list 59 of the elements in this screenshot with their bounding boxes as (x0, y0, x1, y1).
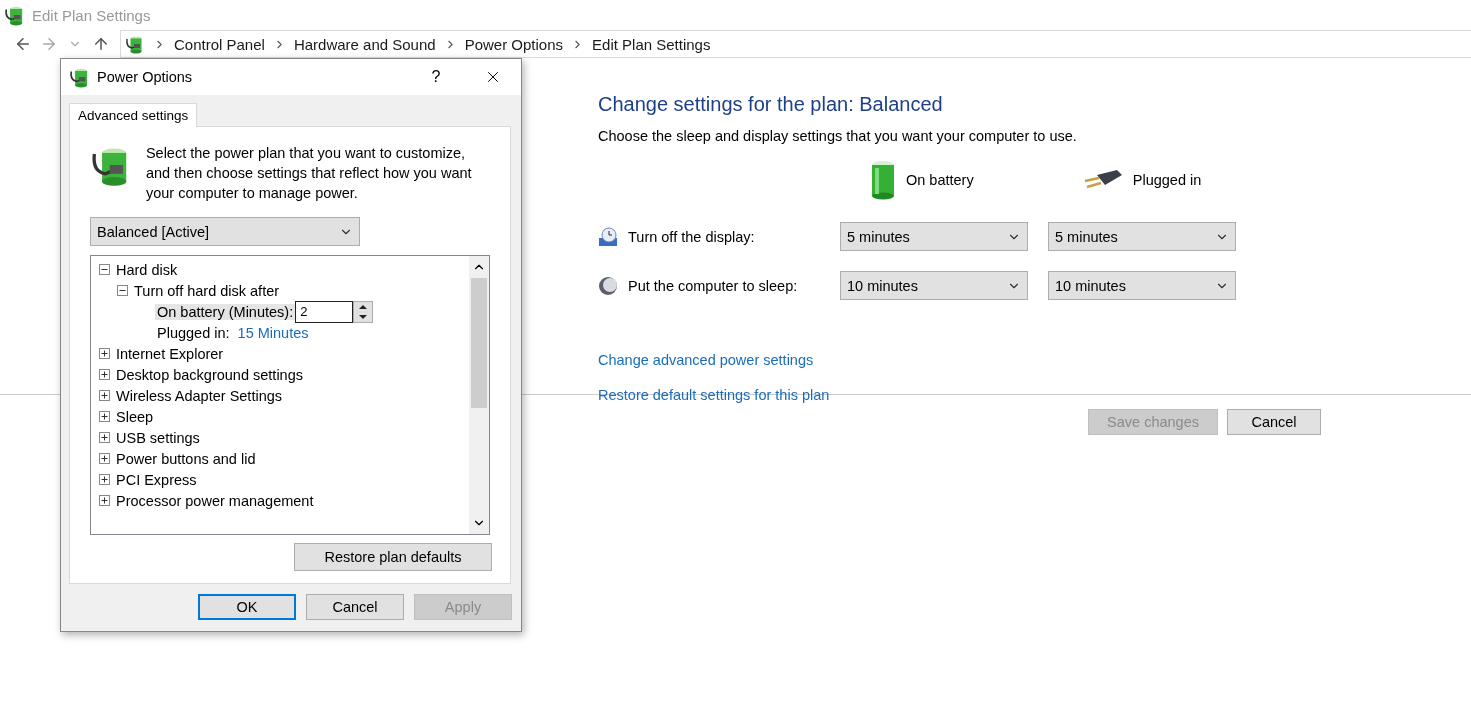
settings-link[interactable]: Change advanced power settings (598, 352, 814, 368)
moon-icon (598, 275, 618, 296)
battery-icon (870, 160, 896, 200)
plan-heading: Change settings for the plan: Balanced (598, 93, 944, 116)
collapse-icon[interactable] (117, 285, 128, 296)
minutes-dropdown[interactable]: 10 minutes (840, 271, 1028, 300)
ok-button[interactable]: OK (198, 594, 296, 620)
setting-value-link[interactable]: 15 Minutes (237, 324, 309, 341)
plan-dropdown[interactable]: Balanced [Active] (90, 217, 360, 246)
setting-label: On battery (Minutes): (155, 303, 296, 320)
window-title: Edit Plan Settings (32, 6, 151, 24)
tree-item[interactable]: Turn off hard disk after (134, 282, 280, 299)
address-bar[interactable]: Control Panel Hardware and Sound Power Options Edit Plan Settings (120, 30, 1471, 58)
settings-link[interactable]: Restore default settings for this plan (598, 387, 830, 403)
tree-item[interactable]: Power buttons and lid (116, 450, 256, 467)
intro-text: Select the power plan that you want to customize, and then choose settings that reflect how you want your computer to manage power. (145, 144, 473, 203)
setting-label: Turn off the display: (628, 228, 755, 245)
expand-icon[interactable] (99, 369, 110, 380)
breadcrumb-item[interactable]: Control Panel (174, 35, 265, 53)
expand-icon[interactable] (99, 432, 110, 443)
tree-item[interactable]: Sleep (116, 408, 154, 425)
forward-arrow-icon (40, 35, 58, 53)
tree-item[interactable]: Hard disk (116, 261, 178, 278)
minutes-spin-field[interactable]: 2 (295, 300, 354, 323)
expand-icon[interactable] (99, 495, 110, 506)
cancel-button[interactable]: Cancel (306, 594, 404, 620)
plan-description: Choose the sleep and display settings that you want your computer to use. (598, 128, 1078, 144)
breadcrumb-item[interactable]: Power Options (464, 35, 564, 53)
column-heading: Plugged in (1132, 172, 1202, 188)
collapse-icon[interactable] (99, 264, 110, 275)
battery-plug-icon (125, 34, 145, 54)
breadcrumb-item[interactable]: Hardware and Sound (293, 35, 436, 53)
tree-item[interactable]: Desktop background settings (116, 366, 303, 383)
tree-item[interactable]: Internet Explorer (116, 345, 224, 362)
setting-label: Put the computer to sleep: (628, 277, 798, 294)
expand-icon[interactable] (99, 390, 110, 401)
minutes-dropdown[interactable]: 5 minutes (840, 222, 1028, 251)
expand-icon[interactable] (99, 348, 110, 359)
tree-item[interactable]: Wireless Adapter Settings (116, 387, 283, 404)
expand-icon[interactable] (99, 411, 110, 422)
expand-icon[interactable] (99, 453, 110, 464)
clock-icon (598, 226, 618, 247)
minutes-dropdown[interactable]: 10 minutes (1048, 271, 1236, 300)
scrollbar[interactable] (469, 256, 489, 534)
tree-item[interactable]: Processor power management (116, 492, 314, 509)
dialog-title: Power Options (97, 69, 194, 85)
plug-icon (1082, 169, 1123, 191)
expand-icon[interactable] (99, 474, 110, 485)
cancel-button[interactable]: Cancel (1227, 409, 1321, 435)
breadcrumb-item[interactable]: Edit Plan Settings (592, 35, 711, 53)
tree-item[interactable]: USB settings (116, 429, 200, 446)
spin-arrows-icon[interactable] (353, 300, 374, 323)
tab[interactable]: Advanced settings (69, 103, 198, 127)
restore-defaults-button[interactable]: Restore plan defaults (294, 543, 492, 571)
help-button[interactable]: ? (413, 59, 459, 95)
minutes-dropdown[interactable]: 5 minutes (1048, 222, 1236, 251)
setting-label: Plugged in: (156, 324, 231, 341)
column-heading: On battery (906, 172, 974, 188)
tree-item[interactable]: PCI Express (116, 471, 197, 488)
